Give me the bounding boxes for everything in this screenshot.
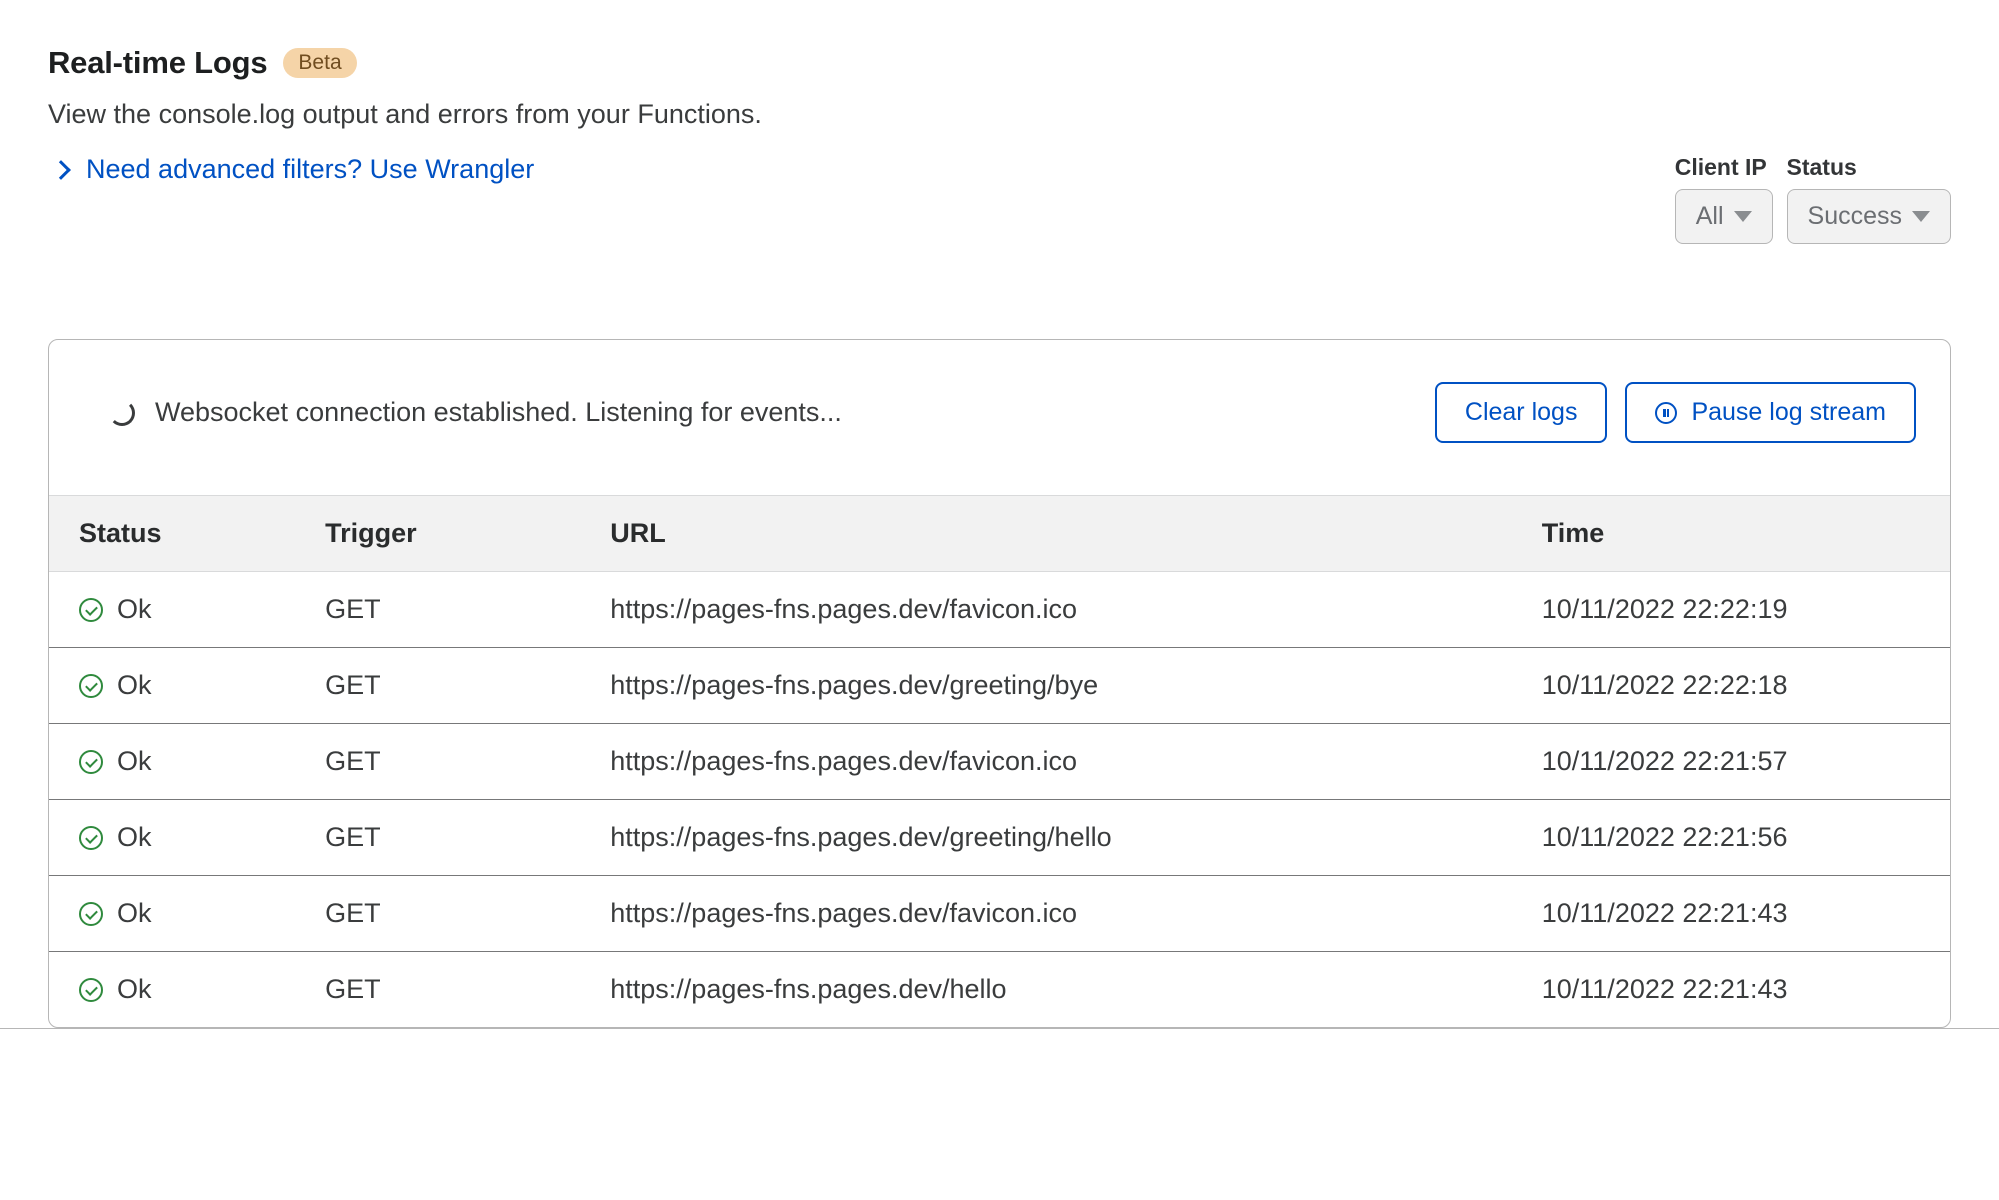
url-cell: https://pages-fns.pages.dev/favicon.ico	[600, 724, 1531, 800]
check-circle-icon	[79, 750, 103, 774]
url-cell: https://pages-fns.pages.dev/favicon.ico	[600, 876, 1531, 952]
chevron-right-icon	[51, 160, 71, 180]
trigger-cell: GET	[315, 800, 600, 876]
caret-down-icon	[1734, 211, 1752, 222]
connection-status-text: Websocket connection established. Listen…	[155, 397, 842, 428]
page-subtitle: View the console.log output and errors f…	[48, 99, 1951, 130]
status-text: Ok	[117, 670, 152, 701]
check-circle-icon	[79, 978, 103, 1002]
dropdown-group: Client IP All Status Success	[1675, 154, 1951, 244]
status-cell: Ok	[79, 898, 305, 929]
client-ip-dropdown[interactable]: All	[1675, 189, 1773, 244]
beta-badge: Beta	[283, 48, 356, 78]
status-cell: Ok	[79, 594, 305, 625]
url-cell: https://pages-fns.pages.dev/greeting/hel…	[600, 800, 1531, 876]
time-cell: 10/11/2022 22:21:43	[1532, 952, 1950, 1028]
client-ip-label: Client IP	[1675, 154, 1773, 181]
time-cell: 10/11/2022 22:21:43	[1532, 876, 1950, 952]
check-circle-icon	[79, 902, 103, 926]
table-row[interactable]: Ok GEThttps://pages-fns.pages.dev/hello10…	[49, 952, 1950, 1028]
client-ip-col: Client IP All	[1675, 154, 1773, 244]
url-cell: https://pages-fns.pages.dev/hello	[600, 952, 1531, 1028]
spinner-icon	[109, 400, 135, 426]
col-time-header: Time	[1532, 496, 1950, 572]
check-circle-icon	[79, 674, 103, 698]
logs-table: Status Trigger URL Time OkGEThttps://pag…	[49, 495, 1950, 1027]
time-cell: 10/11/2022 22:21:57	[1532, 724, 1950, 800]
time-cell: 10/11/2022 22:22:18	[1532, 648, 1950, 724]
heading-row: Real-time Logs Beta	[48, 45, 1951, 81]
trigger-cell: GET	[315, 876, 600, 952]
connection-status: Websocket connection established. Listen…	[109, 397, 842, 428]
time-cell: 10/11/2022 22:22:19	[1532, 572, 1950, 648]
trigger-cell: GET	[315, 952, 600, 1028]
status-text: Ok	[117, 898, 152, 929]
status-cell: Ok	[79, 746, 305, 777]
status-text: Ok	[117, 746, 152, 777]
trigger-cell: GET	[315, 724, 600, 800]
table-row[interactable]: Ok GEThttps://pages-fns.pages.dev/favicon…	[49, 876, 1950, 952]
page-title: Real-time Logs	[48, 45, 267, 81]
status-dropdown[interactable]: Success	[1787, 189, 1951, 244]
advanced-filters-link[interactable]: Need advanced filters? Use Wrangler	[48, 154, 534, 185]
pause-stream-button[interactable]: Pause log stream	[1625, 382, 1916, 443]
status-text: Ok	[117, 822, 152, 853]
logs-panel: Websocket connection established. Listen…	[48, 339, 1951, 1028]
url-cell: https://pages-fns.pages.dev/favicon.ico	[600, 572, 1531, 648]
advanced-filters-label: Need advanced filters? Use Wrangler	[86, 154, 534, 185]
table-header-row: Status Trigger URL Time	[49, 496, 1950, 572]
panel-actions: Clear logs Pause log stream	[1435, 382, 1916, 443]
check-circle-icon	[79, 598, 103, 622]
url-cell: https://pages-fns.pages.dev/greeting/bye	[600, 648, 1531, 724]
status-filter-label: Status	[1787, 154, 1951, 181]
time-cell: 10/11/2022 22:21:56	[1532, 800, 1950, 876]
check-circle-icon	[79, 826, 103, 850]
status-text: Ok	[117, 594, 152, 625]
status-cell: Ok	[79, 670, 305, 701]
clear-logs-button[interactable]: Clear logs	[1435, 382, 1608, 443]
status-text: Ok	[117, 974, 152, 1005]
trigger-cell: GET	[315, 572, 600, 648]
status-col: Status Success	[1787, 154, 1951, 244]
filters-row: Need advanced filters? Use Wrangler Clie…	[48, 154, 1951, 244]
table-row[interactable]: Ok GEThttps://pages-fns.pages.dev/favicon…	[49, 572, 1950, 648]
clear-logs-label: Clear logs	[1465, 398, 1578, 427]
panel-top: Websocket connection established. Listen…	[49, 340, 1950, 495]
status-filter-value: Success	[1808, 202, 1902, 231]
col-url-header: URL	[600, 496, 1531, 572]
col-trigger-header: Trigger	[315, 496, 600, 572]
table-row[interactable]: Ok GEThttps://pages-fns.pages.dev/favicon…	[49, 724, 1950, 800]
table-row[interactable]: Ok GEThttps://pages-fns.pages.dev/greetin…	[49, 800, 1950, 876]
trigger-cell: GET	[315, 648, 600, 724]
caret-down-icon	[1912, 211, 1930, 222]
client-ip-value: All	[1696, 202, 1724, 231]
col-status-header: Status	[49, 496, 315, 572]
pause-icon	[1655, 402, 1677, 424]
table-row[interactable]: Ok GEThttps://pages-fns.pages.dev/greetin…	[49, 648, 1950, 724]
pause-stream-label: Pause log stream	[1691, 398, 1886, 427]
page-root: Real-time Logs Beta View the console.log…	[0, 0, 1999, 1029]
status-cell: Ok	[79, 974, 305, 1005]
status-cell: Ok	[79, 822, 305, 853]
